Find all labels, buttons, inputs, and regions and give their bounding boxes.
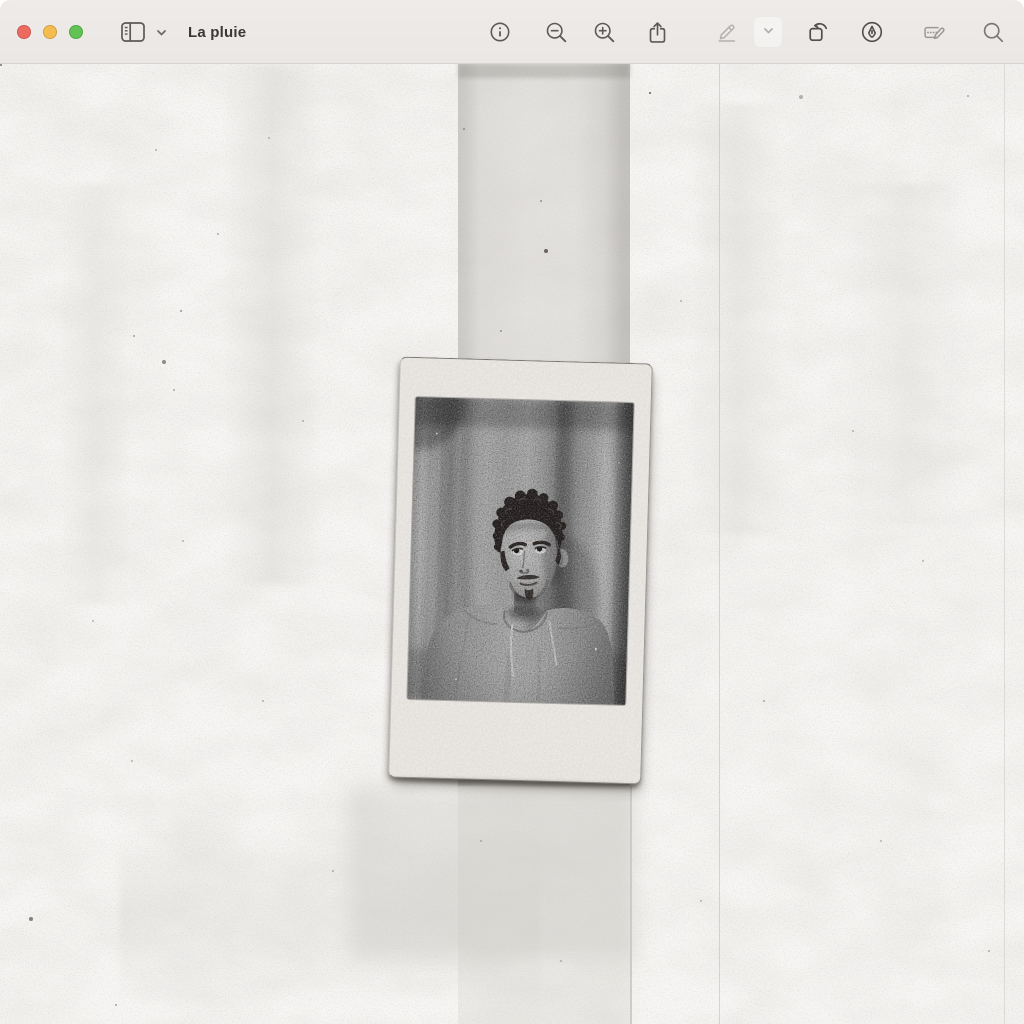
zoom-out-button[interactable] (538, 14, 574, 50)
share-button[interactable] (639, 14, 675, 50)
portrait-illustration (407, 397, 633, 705)
magnifier-minus-icon (545, 21, 568, 44)
ghost-streak (690, 104, 785, 534)
annotate-button[interactable] (854, 14, 890, 50)
autofill-button[interactable] (916, 14, 952, 50)
instant-photo (407, 397, 633, 705)
fullscreen-button[interactable] (69, 25, 83, 39)
info-button[interactable] (482, 14, 518, 50)
ghost-streak (845, 184, 965, 524)
rotate-left-button[interactable] (800, 14, 836, 50)
ghost-streak (60, 184, 130, 604)
scan-shadow (350, 790, 635, 958)
ghost-streak (225, 64, 320, 584)
markup-options-button[interactable] (754, 17, 782, 47)
sidebar-toggle-button[interactable] (116, 16, 150, 48)
pen-nib-circle-icon (860, 20, 884, 44)
info-icon (489, 21, 511, 43)
sidebar-icon (120, 20, 146, 44)
chevron-down-icon (155, 26, 168, 39)
rotate-left-icon (806, 20, 830, 44)
preview-window: La pluie (0, 0, 1024, 1024)
sidebar-chevron-button[interactable] (150, 16, 172, 48)
zoom-in-button[interactable] (586, 14, 622, 50)
polaroid-photo (388, 357, 653, 785)
search-icon (982, 21, 1005, 44)
search-button[interactable] (975, 14, 1011, 50)
scan-line (719, 64, 720, 1024)
markup-pencil-icon (715, 20, 739, 44)
paper-specks (0, 64, 2, 66)
markup-button[interactable] (709, 14, 745, 50)
share-icon (646, 20, 669, 44)
image-canvas[interactable] (0, 64, 1024, 1024)
window-title: La pluie (188, 0, 246, 64)
magnifier-plus-icon (593, 21, 616, 44)
close-button[interactable] (17, 25, 31, 39)
chevron-down-icon (762, 24, 775, 40)
minimize-button[interactable] (43, 25, 57, 39)
autofill-form-icon (922, 20, 947, 44)
window-toolbar: La pluie (0, 0, 1024, 64)
scan-line (1004, 64, 1005, 1024)
